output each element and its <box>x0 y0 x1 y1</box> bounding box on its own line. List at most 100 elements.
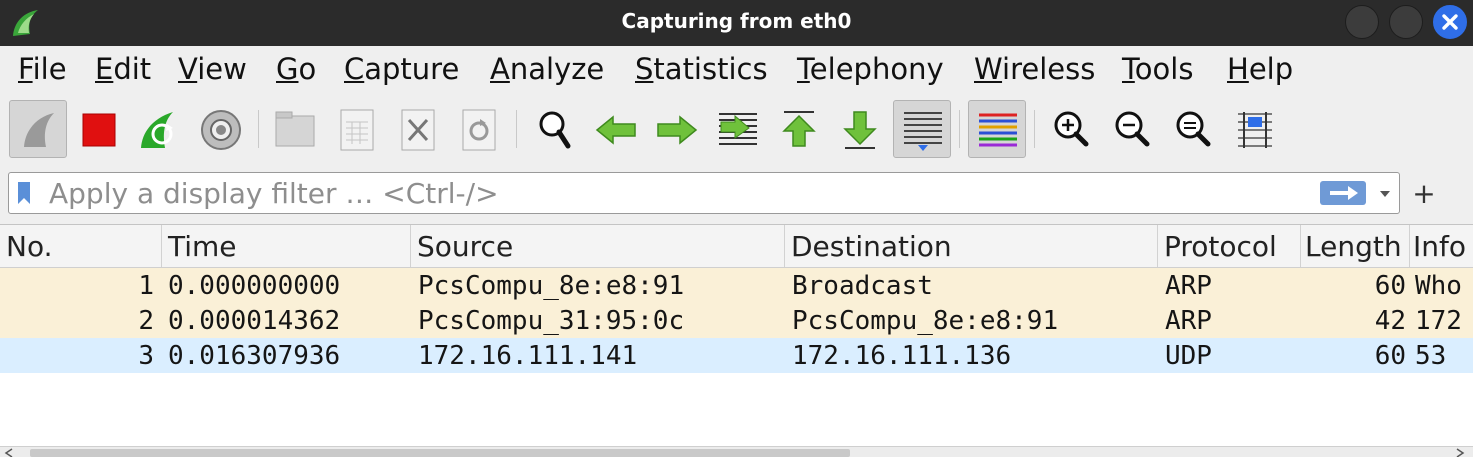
menu-go[interactable]: Go <box>276 52 316 86</box>
toolbar-separator <box>516 110 517 148</box>
menu-wireless[interactable]: Wireless <box>974 52 1095 86</box>
reload-file-icon <box>462 109 496 151</box>
resize-columns-button[interactable] <box>1226 100 1284 158</box>
autoscroll-button[interactable] <box>893 100 951 158</box>
zoom-out-button[interactable] <box>1103 100 1161 158</box>
packet-row[interactable]: 2 0.000014362 PcsCompu_31:95:0c PcsCompu… <box>0 303 1473 338</box>
go-last-packet-icon <box>843 111 877 149</box>
find-packet-button[interactable] <box>526 100 584 158</box>
packet-row[interactable]: 3 0.016307936 172.16.111.141 172.16.111.… <box>0 338 1473 373</box>
zoom-in-icon <box>1054 111 1089 147</box>
cell-source: 172.16.111.141 <box>418 341 638 371</box>
display-filter-bar <box>8 172 1400 214</box>
cell-time: 0.000000000 <box>168 271 341 301</box>
cell-protocol: ARP <box>1165 306 1212 336</box>
cell-no: 3 <box>138 341 154 371</box>
menu-file[interactable]: File <box>18 52 67 86</box>
cell-no: 1 <box>138 271 154 301</box>
resize-columns-icon <box>1238 112 1272 148</box>
cell-destination: Broadcast <box>792 271 933 301</box>
close-file-icon <box>401 109 435 151</box>
restart-capture-icon <box>141 112 173 148</box>
normal-size-icon <box>1176 111 1211 147</box>
close-button[interactable] <box>1433 5 1467 39</box>
column-header-no[interactable]: No. <box>0 225 162 267</box>
arrow-right-icon <box>1330 186 1358 200</box>
menu-statistics[interactable]: Statistics <box>635 52 768 86</box>
column-header-info[interactable]: Info <box>1410 225 1473 267</box>
window-title: Capturing from eth0 <box>621 9 852 33</box>
autoscroll-icon <box>904 112 942 151</box>
cell-time: 0.000014362 <box>168 306 341 336</box>
cell-protocol: UDP <box>1165 341 1212 371</box>
save-file-icon <box>340 109 374 151</box>
main-toolbar <box>0 96 1473 162</box>
title-bar: Capturing from eth0 <box>0 0 1473 46</box>
menu-telephony[interactable]: Telephony <box>797 52 944 86</box>
menu-tools[interactable]: Tools <box>1122 52 1193 86</box>
go-first-packet-icon <box>782 111 816 147</box>
packet-list: No. Time Source Destination Protocol Len… <box>0 224 1473 457</box>
chevron-down-icon[interactable] <box>1377 183 1393 203</box>
restart-capture-button[interactable] <box>131 100 189 158</box>
stop-capture-button[interactable] <box>70 100 128 158</box>
menu-analyze[interactable]: Analyze <box>490 52 604 86</box>
cell-destination: PcsCompu_8e:e8:91 <box>792 306 1059 336</box>
normal-size-button[interactable] <box>1164 100 1222 158</box>
cell-destination: 172.16.111.136 <box>792 341 1012 371</box>
menu-help[interactable]: Help <box>1227 52 1293 86</box>
go-forward-button[interactable] <box>648 100 706 158</box>
colorize-icon <box>979 113 1017 147</box>
close-file-button[interactable] <box>389 100 447 158</box>
toolbar-separator <box>258 110 259 148</box>
column-header-time[interactable]: Time <box>162 225 411 267</box>
maximize-icon <box>1390 6 1422 38</box>
add-filter-button[interactable]: + <box>1412 180 1436 208</box>
column-header-protocol[interactable]: Protocol <box>1158 225 1301 267</box>
zoom-in-button[interactable] <box>1042 100 1100 158</box>
menu-edit[interactable]: Edit <box>95 52 151 86</box>
capture-options-button[interactable] <box>192 100 250 158</box>
close-icon <box>1442 14 1458 30</box>
go-last-packet-button[interactable] <box>831 100 889 158</box>
go-forward-icon <box>657 115 698 145</box>
column-header-length[interactable]: Length <box>1301 225 1410 267</box>
maximize-button[interactable] <box>1389 5 1423 39</box>
horizontal-scrollbar[interactable] <box>0 446 1473 457</box>
capture-options-icon <box>201 110 241 150</box>
apply-filter-button[interactable] <box>1320 181 1366 205</box>
zoom-out-icon <box>1115 111 1150 147</box>
open-file-button[interactable] <box>266 100 324 158</box>
go-back-button[interactable] <box>587 100 645 158</box>
cell-length: 60 <box>1374 341 1406 371</box>
menu-view[interactable]: View <box>178 52 247 86</box>
minimize-icon <box>1346 6 1378 38</box>
minimize-button[interactable] <box>1345 5 1379 39</box>
cell-source: PcsCompu_31:95:0c <box>418 306 685 336</box>
cell-length: 60 <box>1374 271 1406 301</box>
column-header-destination[interactable]: Destination <box>785 225 1158 267</box>
cell-no: 2 <box>138 306 154 336</box>
cell-info: 53 <box>1415 341 1447 371</box>
menu-capture[interactable]: Capture <box>344 52 459 86</box>
stop-capture-icon <box>82 113 116 147</box>
colorize-button[interactable] <box>968 100 1026 158</box>
reload-file-button[interactable] <box>450 100 508 158</box>
cell-time: 0.016307936 <box>168 341 341 371</box>
go-to-packet-button[interactable] <box>709 100 767 158</box>
start-capture-button[interactable] <box>9 100 67 158</box>
go-to-packet-icon <box>719 113 757 145</box>
packet-list-header: No. Time Source Destination Protocol Len… <box>0 225 1473 268</box>
go-first-packet-button[interactable] <box>770 100 828 158</box>
menu-bar: File Edit View Go Capture Analyze Statis… <box>0 46 1473 94</box>
cell-info: 172 <box>1415 306 1462 336</box>
find-packet-icon <box>539 111 571 149</box>
save-file-button[interactable] <box>328 100 386 158</box>
column-header-source[interactable]: Source <box>411 225 785 267</box>
start-capture-icon <box>24 113 54 147</box>
bookmark-icon[interactable] <box>17 181 31 205</box>
display-filter-input[interactable] <box>49 175 1309 211</box>
packet-row[interactable]: 1 0.000000000 PcsCompu_8e:e8:91 Broadcas… <box>0 268 1473 303</box>
go-back-icon <box>595 115 636 145</box>
toolbar-separator <box>1034 110 1035 148</box>
